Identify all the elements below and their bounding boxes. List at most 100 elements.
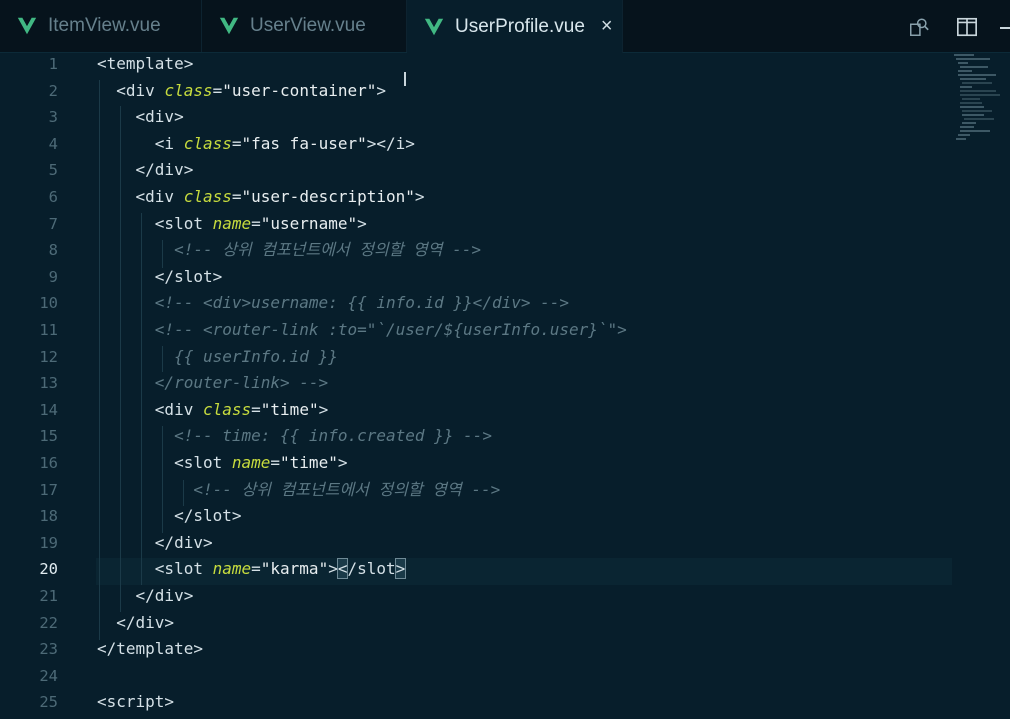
code-line[interactable]: <!-- 상위 컴포넌트에서 정의할 영역 -->: [97, 237, 481, 264]
line-number: 25: [39, 693, 58, 712]
code-token: =: [251, 559, 261, 579]
code-line[interactable]: <div class="user-container">: [97, 78, 386, 105]
code-line[interactable]: <!-- 상위 컴포넌트에서 정의할 영역 -->: [97, 477, 500, 504]
line-number: 13: [39, 374, 58, 393]
code-token: name: [212, 559, 252, 579]
code-token: <div: [97, 80, 165, 100]
code-token: <!-- 상위 컴포넌트에서 정의할 영역 -->: [97, 479, 501, 499]
line-number: 9: [48, 267, 58, 286]
code-line[interactable]: <i class="fas fa-user"></i>: [97, 131, 415, 158]
code-line[interactable]: </template>: [97, 636, 203, 663]
line-number: 19: [39, 533, 58, 552]
code-token: "time": [260, 399, 319, 419]
code-token: </slot>: [97, 506, 242, 526]
line-number: 8: [48, 241, 58, 260]
line-number: 1: [48, 55, 58, 73]
code-token: >: [337, 453, 348, 472]
tab-userprofile[interactable]: UserProfile.vue ×: [407, 0, 623, 53]
code-line[interactable]: {{ userInfo.id }}: [97, 344, 338, 371]
code-token: =: [251, 399, 261, 419]
code-line[interactable]: <div class="user-description">: [97, 184, 425, 211]
code-token: "user-description": [241, 187, 415, 206]
code-token: =: [251, 213, 261, 233]
line-number: 21: [39, 587, 58, 605]
more-actions-icon[interactable]: [1000, 27, 1010, 29]
line-number: 10: [39, 294, 58, 313]
tab-label: ItemView.vue: [48, 15, 161, 36]
line-number: 14: [39, 400, 58, 419]
line-number: 20: [39, 560, 58, 579]
code-token: <i: [97, 133, 184, 153]
mouse-ibeam-icon: [404, 72, 406, 86]
close-tab-icon[interactable]: ×: [601, 15, 613, 38]
code-token: "user-container": [222, 80, 377, 100]
minimap[interactable]: [954, 54, 1000, 144]
code-token: <slot: [97, 453, 232, 472]
code-line[interactable]: </router-link> -->: [97, 370, 328, 397]
code-line[interactable]: <div>: [97, 104, 184, 131]
vue-file-icon: [219, 17, 239, 35]
code-token: </div>: [97, 532, 213, 552]
code-token: /slot: [347, 559, 396, 579]
code-line[interactable]: <!-- time: {{ info.created }} -->: [97, 423, 492, 450]
code-token: class: [183, 133, 232, 153]
line-number: 15: [39, 427, 58, 446]
code-line[interactable]: <slot name="karma"></slot>: [97, 556, 407, 583]
code-line[interactable]: </slot>: [97, 264, 222, 291]
code-token: name: [231, 453, 271, 472]
line-number: 2: [48, 81, 58, 100]
vue-file-icon: [424, 18, 444, 35]
code-token: =: [231, 187, 242, 206]
code-token: name: [212, 213, 252, 233]
line-number: 12: [39, 347, 58, 366]
tab-label: UserView.vue: [250, 15, 366, 36]
code-token: >: [318, 399, 329, 419]
code-token: </template>: [97, 639, 203, 659]
split-editor-icon[interactable]: [956, 16, 978, 38]
search-in-files-icon[interactable]: [908, 16, 930, 38]
code-token: >: [414, 187, 425, 206]
code-token: >: [328, 559, 338, 579]
code-token: </div>: [97, 160, 194, 180]
code-token: <!-- <router-link :to="`/user/${userInfo…: [97, 320, 627, 339]
code-token: "fas fa-user": [241, 133, 367, 153]
code-token: </router-link> -->: [97, 373, 329, 393]
code-token: <!-- time: {{ info.created }} -->: [97, 426, 492, 446]
code-line[interactable]: <slot name="username">: [97, 211, 367, 238]
line-number: 11: [39, 321, 58, 339]
editor-tab-bar: ItemView.vue UserView.vue UserProfile.vu…: [0, 0, 1010, 53]
code-line[interactable]: <script>: [97, 689, 174, 716]
line-number: 6: [48, 188, 58, 206]
code-line[interactable]: </div>: [97, 157, 194, 184]
code-token: <div>: [97, 107, 184, 127]
line-number: 7: [48, 214, 58, 233]
line-number: 23: [39, 640, 58, 659]
code-token: <script>: [97, 692, 175, 712]
line-number: 22: [39, 613, 58, 632]
code-token: class: [183, 187, 232, 206]
code-line[interactable]: </div>: [97, 530, 213, 557]
code-token: {{ userInfo.id }}: [97, 346, 338, 366]
code-line[interactable]: <!-- <div>username: {{ info.id }}</div> …: [97, 290, 569, 317]
tab-itemview[interactable]: ItemView.vue: [0, 0, 202, 52]
code-line[interactable]: <!-- <router-link :to="`/user/${userInfo…: [97, 317, 627, 344]
code-line[interactable]: </slot>: [97, 503, 242, 530]
code-line[interactable]: <div class="time">: [97, 397, 328, 424]
code-line[interactable]: </div>: [97, 610, 174, 637]
line-number: 4: [48, 134, 58, 153]
code-line[interactable]: <template>: [97, 51, 193, 78]
code-line[interactable]: <slot name="time">: [97, 450, 347, 477]
code-token: =: [231, 133, 242, 153]
code-token: <div: [97, 187, 184, 206]
code-token: =: [212, 80, 223, 100]
code-token: >: [357, 213, 367, 233]
line-number: 17: [39, 480, 58, 499]
code-token: <!-- <div>username: {{ info.id }}</div> …: [97, 293, 570, 313]
line-number: 24: [39, 666, 58, 685]
line-number: 18: [39, 507, 58, 526]
code-token: "time": [280, 453, 338, 472]
code-token: <slot: [97, 559, 213, 579]
line-number: 3: [48, 108, 58, 127]
tab-userview[interactable]: UserView.vue: [202, 0, 407, 52]
code-line[interactable]: </div>: [97, 583, 194, 610]
